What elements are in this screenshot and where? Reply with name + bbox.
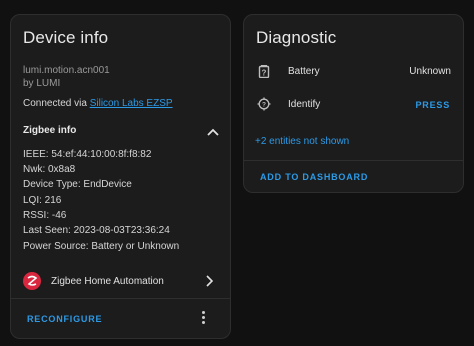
zigbee-ieee: IEEE: 54:ef:44:10:00:8f:f8:82 bbox=[23, 149, 152, 160]
chevron-right-icon bbox=[206, 275, 213, 287]
identify-icon: ? bbox=[257, 97, 271, 111]
hidden-entities-link[interactable]: +2 entities not shown bbox=[255, 136, 349, 147]
connected-via-label: Connected via bbox=[23, 98, 90, 109]
zha-logo-icon bbox=[23, 272, 41, 290]
device-model: lumi.motion.acn001 bbox=[23, 65, 110, 76]
card-actions-divider bbox=[11, 298, 230, 299]
device-info-card: Device info lumi.motion.acn001 by LUMI C… bbox=[10, 14, 231, 339]
zigbee-rssi: RSSI: -46 bbox=[23, 210, 67, 221]
svg-text:?: ? bbox=[262, 102, 266, 109]
identify-press-button[interactable]: PRESS bbox=[415, 100, 450, 110]
diagnostic-card: Diagnostic ? Battery Unknown ? Identify … bbox=[243, 14, 464, 193]
zigbee-device-type: Device Type: EndDevice bbox=[23, 179, 132, 190]
diagnostic-actions-divider bbox=[244, 160, 463, 161]
battery-value: Unknown bbox=[409, 66, 451, 77]
reconfigure-button[interactable]: RECONFIGURE bbox=[27, 314, 102, 324]
device-info-title: Device info bbox=[23, 28, 109, 47]
identify-label: Identify bbox=[288, 99, 321, 110]
zigbee-lqi: LQI: 216 bbox=[23, 195, 62, 206]
add-to-dashboard-button[interactable]: ADD TO DASHBOARD bbox=[260, 172, 368, 182]
integration-label: Zigbee Home Automation bbox=[51, 276, 164, 287]
connected-via: Connected via Silicon Labs EZSP bbox=[23, 98, 173, 109]
battery-label: Battery bbox=[288, 66, 320, 77]
zigbee-last-seen: Last Seen: 2023-08-03T23:36:24 bbox=[23, 225, 170, 236]
zigbee-info-header[interactable]: Zigbee info bbox=[23, 125, 76, 136]
battery-unknown-icon: ? bbox=[258, 65, 270, 78]
zigbee-power-source: Power Source: Battery or Unknown bbox=[23, 241, 180, 252]
connected-via-link[interactable]: Silicon Labs EZSP bbox=[90, 98, 173, 109]
svg-text:?: ? bbox=[262, 69, 267, 78]
more-options-icon[interactable] bbox=[198, 311, 208, 325]
chevron-up-icon[interactable] bbox=[207, 128, 219, 136]
diagnostic-title: Diagnostic bbox=[256, 28, 337, 47]
zigbee-nwk: Nwk: 0x8a8 bbox=[23, 164, 76, 175]
device-manufacturer: by LUMI bbox=[23, 78, 61, 89]
